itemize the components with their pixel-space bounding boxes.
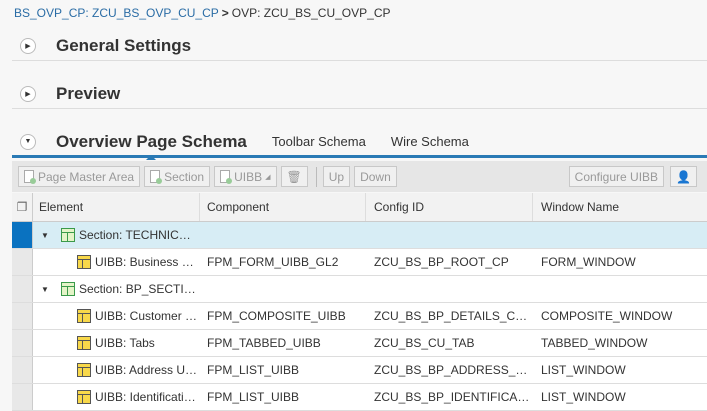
uibb-button[interactable]: UIBB ◢ — [214, 166, 277, 187]
row-selector[interactable] — [12, 276, 33, 302]
element-text: UIBB: Tabs — [95, 336, 155, 350]
select-all-icon[interactable]: ❐ — [12, 193, 33, 221]
cell-element: ▼ Section: TECHNIC… — [33, 222, 200, 248]
tab-overview-page-schema[interactable]: Overview Page Schema — [56, 132, 247, 160]
panel-title: Preview — [56, 83, 121, 103]
expand-triangle-icon[interactable]: ▼ — [41, 285, 55, 294]
cell-window-name: FORM_WINDOW — [541, 255, 636, 269]
uibb-icon — [77, 255, 91, 269]
collapse-icon[interactable]: ▼ — [20, 133, 36, 150]
table-row[interactable]: ▼ Section: TECHNIC… — [12, 222, 707, 249]
table-row[interactable]: UIBB: Address U… FPM_LIST_UIBB ZCU_BS_BP… — [12, 357, 707, 384]
trash-icon: 🗑 — [286, 169, 302, 184]
tab-wire-schema[interactable]: Wire Schema — [391, 134, 469, 149]
element-text: UIBB: Identificati… — [95, 390, 196, 404]
section-icon — [61, 228, 75, 242]
column-header-window-name[interactable]: Window Name — [533, 200, 707, 214]
table-row[interactable]: UIBB: Identificati… FPM_LIST_UIBB ZCU_BS… — [12, 384, 707, 411]
element-text: UIBB: Business … — [95, 255, 194, 269]
row-selector[interactable] — [12, 249, 33, 275]
column-header-config-id[interactable]: Config ID — [366, 193, 533, 221]
schema-table: ❐ Element Component Config ID Window Nam… — [12, 193, 707, 411]
cell-element: UIBB: Business … — [33, 249, 200, 275]
breadcrumb-current: OVP: ZCU_BS_CU_OVP_CP — [231, 6, 391, 20]
element-text: UIBB: Customer … — [95, 309, 198, 323]
element-text: Section: BP_SECTI… — [79, 282, 196, 296]
cell-element: UIBB: Identificati… — [33, 384, 200, 410]
element-text: Section: TECHNIC… — [79, 228, 191, 242]
uibb-icon — [77, 390, 91, 404]
personalize-button[interactable]: 👤 — [670, 166, 697, 187]
expand-icon[interactable]: ▶ — [20, 37, 36, 54]
page-master-area-button[interactable]: Page Master Area — [18, 166, 141, 187]
section-icon — [61, 282, 75, 296]
button-label: Page Master Area — [38, 169, 135, 184]
breadcrumb-link[interactable]: BS_OVP_CP: ZCU_BS_OVP_CU_CP — [14, 6, 219, 20]
row-selector[interactable] — [12, 303, 33, 329]
element-text: UIBB: Address U… — [95, 363, 198, 377]
delete-button[interactable]: 🗑 — [280, 166, 308, 187]
user-settings-icon: 👤 — [676, 169, 691, 184]
tab-toolbar-schema[interactable]: Toolbar Schema — [272, 134, 366, 149]
table-row[interactable]: UIBB: Tabs FPM_TABBED_UIBB ZCU_BS_CU_TAB… — [12, 330, 707, 357]
table-row[interactable]: ▼ Section: BP_SECTI… — [12, 276, 707, 303]
expand-icon[interactable]: ▶ — [20, 85, 36, 102]
section-button[interactable]: Section — [144, 166, 211, 187]
cell-window-name: LIST_WINDOW — [541, 363, 626, 377]
cell-component: FPM_COMPOSITE_UIBB — [207, 309, 346, 323]
toolbar: Page Master Area Section UIBB ◢ 🗑 Up Down… — [12, 161, 707, 192]
row-selector[interactable] — [12, 330, 33, 356]
cell-config-id: ZCU_BS_BP_ADDRESS_… — [374, 363, 528, 377]
column-header-component[interactable]: Component — [200, 193, 366, 221]
cell-component: FPM_TABBED_UIBB — [207, 336, 321, 350]
cell-element: UIBB: Tabs — [33, 330, 200, 356]
cell-window-name: LIST_WINDOW — [541, 390, 626, 404]
uibb-icon — [77, 363, 91, 377]
cell-component: FPM_LIST_UIBB — [207, 390, 300, 404]
cell-component: FPM_LIST_UIBB — [207, 363, 300, 377]
button-label: UIBB — [234, 169, 263, 184]
cell-component: FPM_FORM_UIBB_GL2 — [207, 255, 339, 269]
toolbar-separator — [315, 166, 317, 187]
row-selector[interactable] — [12, 222, 33, 248]
table-row[interactable]: UIBB: Customer … FPM_COMPOSITE_UIBB ZCU_… — [12, 303, 707, 330]
expand-triangle-icon[interactable]: ▼ — [41, 231, 55, 240]
cell-element: UIBB: Customer … — [33, 303, 200, 329]
cell-config-id: ZCU_BS_BP_ROOT_CP — [374, 255, 509, 269]
panel-title: General Settings — [56, 35, 192, 55]
row-selector[interactable] — [12, 357, 33, 383]
cell-config-id: ZCU_BS_BP_DETAILS_C… — [374, 309, 528, 323]
cell-window-name: TABBED_WINDOW — [541, 336, 648, 350]
cell-element: ▼ Section: BP_SECTI… — [33, 276, 200, 302]
breadcrumb: BS_OVP_CP: ZCU_BS_OVP_CU_CP > OVP: ZCU_BS_… — [14, 6, 390, 20]
column-header-element[interactable]: Element — [33, 193, 200, 221]
dropdown-icon: ◢ — [265, 173, 271, 181]
cell-config-id: ZCU_BS_CU_TAB — [374, 336, 475, 350]
add-document-icon — [150, 170, 163, 184]
down-button[interactable]: Down — [354, 166, 397, 187]
breadcrumb-separator: > — [221, 6, 229, 20]
button-label: Section — [164, 169, 205, 184]
panel-preview[interactable]: ▶ Preview — [12, 79, 707, 109]
cell-window-name: COMPOSITE_WINDOW — [541, 309, 673, 323]
row-selector[interactable] — [12, 384, 33, 410]
configure-uibb-button[interactable]: Configure UIBB — [568, 166, 665, 187]
schema-tabs: ▼ Overview Page Schema Toolbar Schema Wi… — [12, 128, 707, 160]
table-header: ❐ Element Component Config ID Window Nam… — [12, 193, 707, 222]
table-row[interactable]: UIBB: Business … FPM_FORM_UIBB_GL2 ZCU_B… — [12, 249, 707, 276]
cell-config-id: ZCU_BS_BP_IDENTIFICA… — [374, 390, 530, 404]
cell-element: UIBB: Address U… — [33, 357, 200, 383]
add-document-icon — [220, 170, 233, 184]
up-button[interactable]: Up — [322, 166, 351, 187]
uibb-icon — [77, 336, 91, 350]
add-document-icon — [24, 170, 36, 184]
panel-general-settings[interactable]: ▶ General Settings — [12, 31, 707, 61]
uibb-icon — [77, 309, 91, 323]
